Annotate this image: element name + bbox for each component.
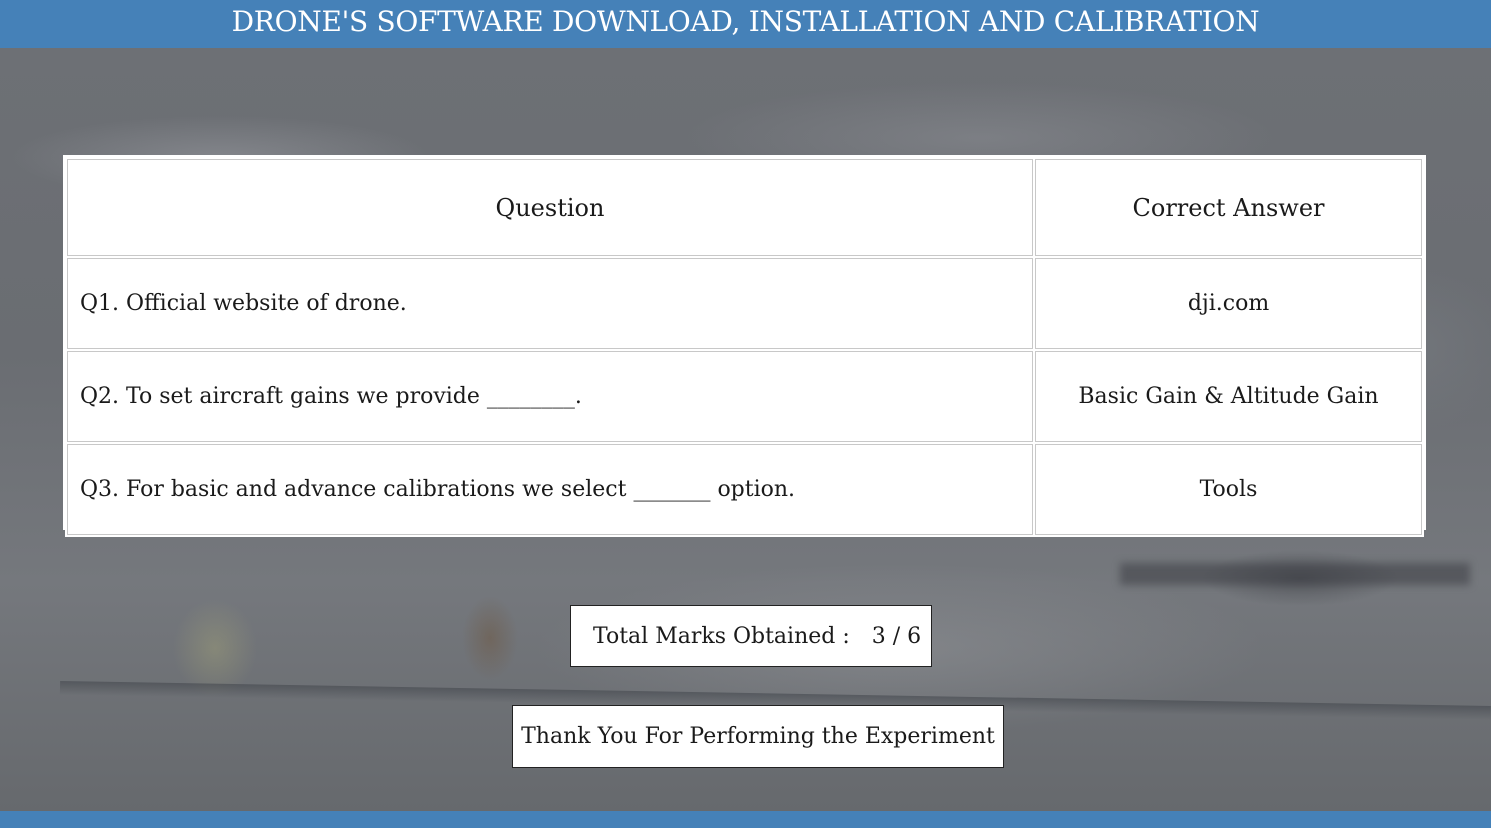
- total-marks-label: Total Marks Obtained :: [593, 623, 850, 649]
- table-row: Q2. To set aircraft gains we provide ___…: [67, 351, 1422, 442]
- total-marks-box: Total Marks Obtained : 3 / 6: [570, 605, 932, 667]
- answer-cell: dji.com: [1035, 258, 1422, 349]
- answer-cell: Basic Gain & Altitude Gain: [1035, 351, 1422, 442]
- thank-you-text: Thank You For Performing the Experiment: [521, 724, 995, 749]
- question-cell: Q3. For basic and advance calibrations w…: [67, 444, 1033, 535]
- page-title: DRONE'S SOFTWARE DOWNLOAD, INSTALLATION …: [0, 0, 1491, 48]
- table-row: Q3. For basic and advance calibrations w…: [67, 444, 1422, 535]
- question-cell: Q2. To set aircraft gains we provide ___…: [67, 351, 1033, 442]
- thank-you-message: Thank You For Performing the Experiment: [512, 705, 1004, 768]
- question-cell: Q1. Official website of drone.: [67, 258, 1033, 349]
- answer-cell: Tools: [1035, 444, 1422, 535]
- results-table: Question Correct Answer Q1. Official web…: [65, 157, 1424, 537]
- results-table-container: Question Correct Answer Q1. Official web…: [63, 155, 1426, 537]
- column-header-correct-answer: Correct Answer: [1035, 159, 1422, 256]
- table-row: Q1. Official website of drone. dji.com: [67, 258, 1422, 349]
- table-header-row: Question Correct Answer: [67, 159, 1422, 256]
- total-marks-value: 3 / 6: [871, 623, 922, 649]
- background-shelf: [1120, 563, 1470, 585]
- column-header-question: Question: [67, 159, 1033, 256]
- footer-bar: [0, 811, 1491, 828]
